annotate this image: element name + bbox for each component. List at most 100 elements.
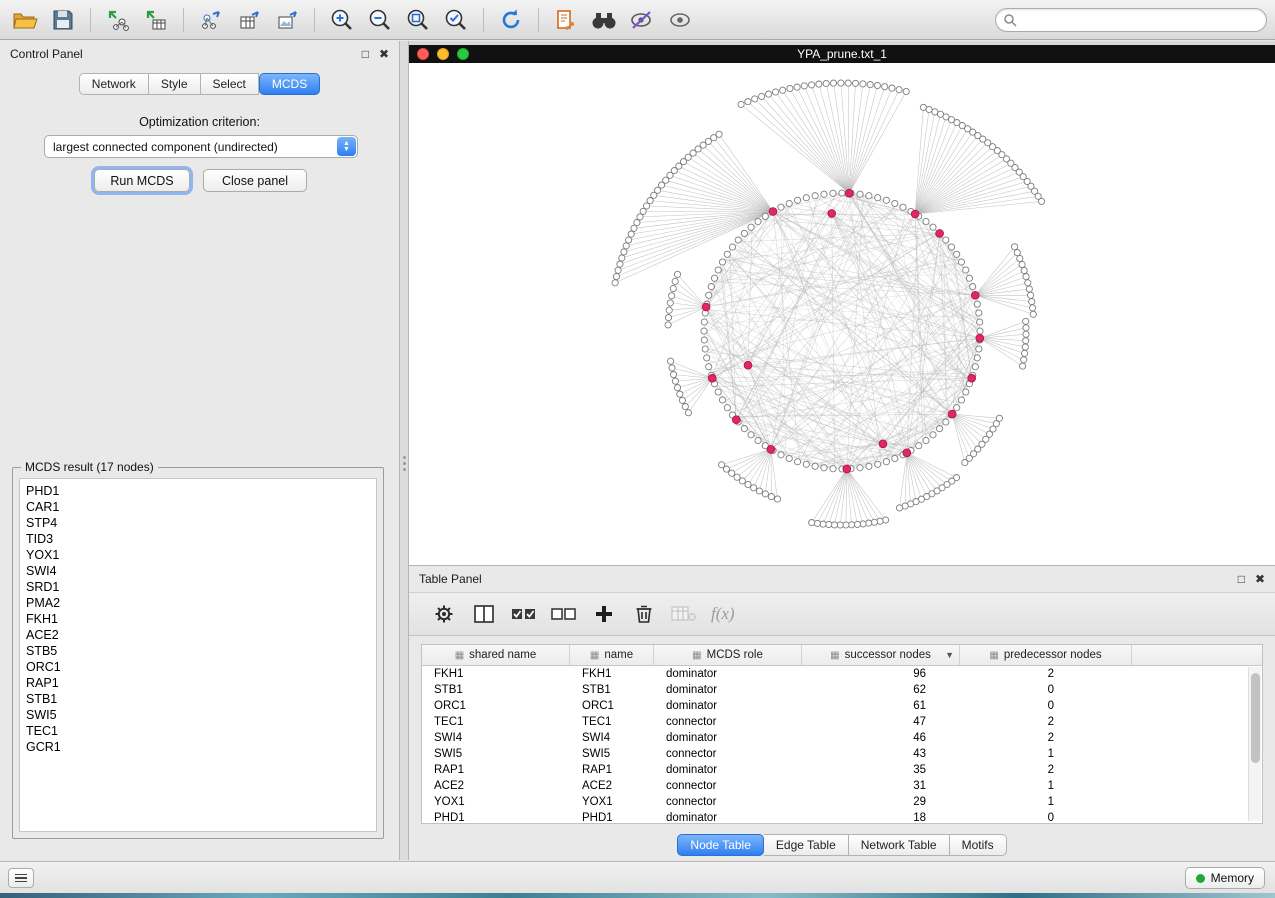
table-panel: Table Panel □ ✖ f(x) ▦ xyxy=(409,565,1275,860)
mcds-result-item[interactable]: SWI4 xyxy=(26,563,376,579)
close-panel-icon[interactable]: ✖ xyxy=(379,48,389,60)
zoom-out-icon[interactable] xyxy=(363,5,397,35)
binoculars-icon[interactable] xyxy=(587,5,621,35)
control-panel-header: Control Panel □ ✖ xyxy=(0,41,399,67)
save-icon[interactable] xyxy=(46,5,80,35)
column-header-predecessor-nodes[interactable]: ▦ predecessor nodes xyxy=(960,645,1132,665)
mcds-result-item[interactable]: STP4 xyxy=(26,515,376,531)
tab-node-table[interactable]: Node Table xyxy=(677,834,764,856)
mcds-result-item[interactable]: TID3 xyxy=(26,531,376,547)
mcds-result-item[interactable]: SWI5 xyxy=(26,707,376,723)
run-mcds-button[interactable]: Run MCDS xyxy=(94,169,190,192)
export-image-icon[interactable] xyxy=(270,5,304,35)
table-cell: 31 xyxy=(802,778,960,794)
sort-chevron-icon[interactable]: ▼ xyxy=(945,650,954,660)
refresh-layout-icon[interactable] xyxy=(494,5,528,35)
tab-network[interactable]: Network xyxy=(79,73,149,95)
delete-column-icon[interactable] xyxy=(631,601,657,627)
float-panel-icon[interactable]: □ xyxy=(1238,573,1245,585)
column-header-successor-nodes[interactable]: ▦ successor nodes ▼ xyxy=(802,645,960,665)
mcds-result-item[interactable]: YOX1 xyxy=(26,547,376,563)
mcds-result-item[interactable]: PMA2 xyxy=(26,595,376,611)
table-panel-header: Table Panel □ ✖ xyxy=(409,566,1275,592)
mcds-result-list[interactable]: PHD1CAR1STP4TID3YOX1SWI4SRD1PMA2FKH1ACE2… xyxy=(19,478,377,832)
table-cell: 1 xyxy=(960,746,1132,762)
zoom-in-icon[interactable] xyxy=(325,5,359,35)
table-cell: dominator xyxy=(654,810,802,824)
mcds-result-item[interactable]: TEC1 xyxy=(26,723,376,739)
mcds-result-item[interactable]: STB1 xyxy=(26,691,376,707)
search-input[interactable] xyxy=(995,8,1267,32)
tab-style[interactable]: Style xyxy=(149,73,201,95)
table-row[interactable]: YOX1YOX1connector291 xyxy=(422,794,1262,810)
mcds-result-item[interactable]: STB5 xyxy=(26,643,376,659)
tab-mcds[interactable]: MCDS xyxy=(259,73,320,95)
gear-icon[interactable] xyxy=(431,601,457,627)
network-canvas[interactable] xyxy=(409,63,1275,565)
table-cell: dominator xyxy=(654,730,802,746)
table-row[interactable]: ACE2ACE2connector311 xyxy=(422,778,1262,794)
float-panel-icon[interactable]: □ xyxy=(362,48,369,60)
clipboard-share-icon[interactable] xyxy=(549,5,583,35)
zoom-fit-icon[interactable] xyxy=(401,5,435,35)
network-window-titlebar[interactable]: YPA_prune.txt_1 xyxy=(409,45,1275,63)
tab-motifs[interactable]: Motifs xyxy=(950,834,1007,856)
column-header-shared-name[interactable]: ▦ shared name xyxy=(422,645,570,665)
table-cell: TEC1 xyxy=(570,714,654,730)
optimization-criterion-label: Optimization criterion: xyxy=(0,115,399,129)
export-table-icon[interactable] xyxy=(232,5,266,35)
table-row[interactable]: TEC1TEC1connector472 xyxy=(422,714,1262,730)
table-row[interactable]: ORC1ORC1dominator610 xyxy=(422,698,1262,714)
table-row[interactable]: FKH1FKH1dominator962 xyxy=(422,666,1262,682)
mcds-result-item[interactable]: ACE2 xyxy=(26,627,376,643)
filter-icon[interactable] xyxy=(625,5,659,35)
table-cell: 18 xyxy=(802,810,960,824)
tab-edge-table[interactable]: Edge Table xyxy=(764,834,849,856)
mcds-result-item[interactable]: CAR1 xyxy=(26,499,376,515)
table-cell: RAP1 xyxy=(422,762,570,778)
window-zoom-icon[interactable] xyxy=(457,48,469,60)
import-table-icon[interactable] xyxy=(139,5,173,35)
import-network-icon[interactable] xyxy=(101,5,135,35)
close-panel-icon[interactable]: ✖ xyxy=(1255,573,1265,585)
mcds-result-item[interactable]: RAP1 xyxy=(26,675,376,691)
tab-network-table[interactable]: Network Table xyxy=(849,834,950,856)
export-network-icon[interactable] xyxy=(194,5,228,35)
table-cell: TEC1 xyxy=(422,714,570,730)
window-minimize-icon[interactable] xyxy=(437,48,449,60)
table-cell xyxy=(1132,810,1262,824)
table-row[interactable]: PHD1PHD1dominator180 xyxy=(422,810,1262,824)
mcds-result-item[interactable]: PHD1 xyxy=(26,483,376,499)
column-header-name[interactable]: ▦ name xyxy=(570,645,654,665)
deselect-all-icon[interactable] xyxy=(551,601,577,627)
mcds-result-item[interactable]: ORC1 xyxy=(26,659,376,675)
eye-icon[interactable] xyxy=(663,5,697,35)
table-scrollbar-thumb[interactable] xyxy=(1251,673,1260,763)
table-scrollbar[interactable] xyxy=(1248,667,1261,821)
table-cell: ORC1 xyxy=(422,698,570,714)
table-row[interactable]: STB1STB1dominator620 xyxy=(422,682,1262,698)
table-row[interactable]: SWI5SWI5connector431 xyxy=(422,746,1262,762)
column-header-mcds-role[interactable]: ▦ MCDS role xyxy=(654,645,802,665)
memory-status-icon xyxy=(1196,874,1205,883)
table-cell: 1 xyxy=(960,794,1132,810)
window-close-icon[interactable] xyxy=(417,48,429,60)
mcds-result-item[interactable]: SRD1 xyxy=(26,579,376,595)
select-all-icon[interactable] xyxy=(511,601,537,627)
table-cell: dominator xyxy=(654,682,802,698)
panel-splitter[interactable] xyxy=(400,41,409,860)
add-column-icon[interactable] xyxy=(591,601,617,627)
mcds-result-item[interactable]: FKH1 xyxy=(26,611,376,627)
open-folder-icon[interactable] xyxy=(8,5,42,35)
table-cell: 61 xyxy=(802,698,960,714)
show-columns-icon[interactable] xyxy=(471,601,497,627)
table-row[interactable]: SWI4SWI4dominator462 xyxy=(422,730,1262,746)
table-row[interactable]: RAP1RAP1dominator352 xyxy=(422,762,1262,778)
optimization-criterion-select[interactable]: largest connected component (undirected)… xyxy=(44,135,358,158)
show-panels-icon[interactable] xyxy=(8,868,34,888)
tab-select[interactable]: Select xyxy=(201,73,259,95)
close-panel-button[interactable]: Close panel xyxy=(203,169,307,192)
memory-button[interactable]: Memory xyxy=(1185,867,1265,889)
mcds-result-item[interactable]: GCR1 xyxy=(26,739,376,755)
zoom-selected-icon[interactable] xyxy=(439,5,473,35)
